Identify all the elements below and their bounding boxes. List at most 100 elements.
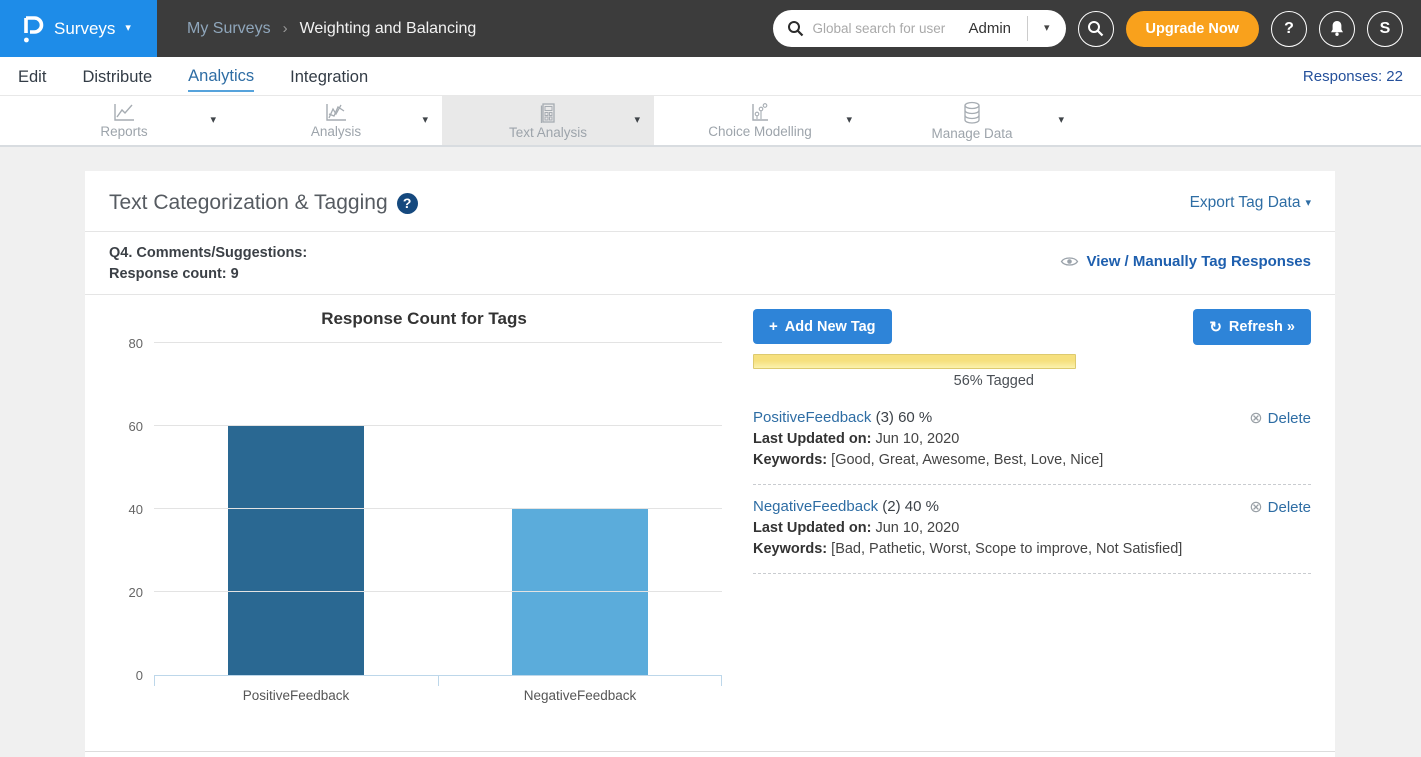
eye-icon (1060, 255, 1079, 268)
axis-tick (721, 676, 722, 686)
tag-name-link[interactable]: NegativeFeedback (753, 498, 878, 515)
analytics-toolbar: Reports ▾ Analysis ▾ Text Analysis (0, 96, 1421, 147)
card-body: Response Count for Tags 020406080 Positi… (85, 295, 1335, 703)
circle-x-icon: ⊗ (1249, 497, 1262, 517)
delete-tag-button[interactable]: ⊗ Delete (1249, 408, 1311, 428)
toolbar-tab-label: Reports (100, 124, 147, 139)
y-axis-tick-label: 80 (109, 336, 143, 351)
toolbar-tab-label: Choice Modelling (708, 124, 812, 139)
analysis-caret-icon[interactable]: ▾ (422, 115, 428, 126)
tag-title-line: PositiveFeedback (3) 60 % (753, 407, 1311, 429)
axis-tick (154, 676, 155, 686)
tab-edit[interactable]: Edit (18, 62, 46, 91)
delete-label: Delete (1268, 499, 1311, 516)
multi-line-chart-icon (324, 102, 348, 123)
toolbar-tab-label: Manage Data (931, 126, 1012, 141)
toolbar-tab-analysis[interactable]: Analysis ▾ (230, 96, 442, 145)
tag-entry-positive-feedback: PositiveFeedback (3) 60 % Last Updated o… (753, 399, 1311, 485)
y-axis-tick-label: 0 (109, 668, 143, 683)
plus-icon: + (769, 318, 778, 335)
user-avatar[interactable]: S (1367, 11, 1403, 47)
toolbar-tab-reports[interactable]: Reports ▾ (18, 96, 230, 145)
gridline (154, 425, 722, 426)
tag-name-link[interactable]: PositiveFeedback (753, 409, 871, 426)
help-button[interactable]: ? (1271, 11, 1307, 47)
survey-nav: Edit Distribute Analytics Integration Re… (0, 57, 1421, 96)
export-caret-icon: ▾ (1305, 198, 1311, 209)
search-icon (1087, 20, 1104, 37)
topbar-actions: Admin ▾ Upgrade Now ? S (773, 0, 1421, 57)
responses-count: Responses: 22 (1303, 68, 1403, 85)
breadcrumb-my-surveys[interactable]: My Surveys (187, 20, 271, 38)
surveys-menu[interactable]: Surveys ▾ (0, 0, 157, 57)
bar-PositiveFeedback[interactable] (228, 426, 364, 675)
tag-meta: (2) 40 % (878, 498, 939, 515)
scatter-chart-icon (748, 102, 772, 123)
toolbar-tab-choice-modelling[interactable]: Choice Modelling ▾ (654, 96, 866, 145)
export-tag-data-button[interactable]: Export Tag Data ▾ (1190, 194, 1311, 212)
bell-icon (1329, 20, 1345, 37)
question-mark-icon: ? (1284, 20, 1294, 38)
surveys-caret-icon: ▾ (125, 23, 131, 34)
database-icon (961, 101, 983, 125)
circle-x-icon: ⊗ (1249, 408, 1262, 428)
delete-tag-button[interactable]: ⊗ Delete (1249, 497, 1311, 517)
text-analysis-caret-icon[interactable]: ▾ (634, 115, 640, 126)
upgrade-now-button[interactable]: Upgrade Now (1126, 11, 1259, 47)
view-manually-tag-label: View / Manually Tag Responses (1086, 253, 1311, 270)
response-count: Response count: 9 (109, 264, 307, 285)
tag-meta: (3) 60 % (871, 409, 932, 426)
search-icon (787, 20, 804, 37)
tag-updated-line: Last Updated on: Jun 10, 2020 (753, 518, 1311, 539)
toolbar-tab-text-analysis[interactable]: Text Analysis ▾ (442, 96, 654, 145)
last-updated-label: Last Updated on: (753, 431, 871, 447)
chart-bars (154, 343, 722, 675)
title-help-icon[interactable]: ? (397, 193, 418, 214)
toolbar-tab-manage-data[interactable]: Manage Data ▾ (866, 96, 1078, 145)
manage-data-caret-icon[interactable]: ▾ (1058, 115, 1064, 126)
toolbar-tab-label: Analysis (311, 124, 361, 139)
add-new-tag-label: Add New Tag (785, 319, 876, 335)
card-bottom-divider (85, 751, 1335, 752)
reports-caret-icon[interactable]: ▾ (210, 115, 216, 126)
quick-search-button[interactable] (1078, 11, 1114, 47)
question-label: Q4. Comments/Suggestions: (109, 243, 307, 264)
question-summary-row: Q4. Comments/Suggestions: Response count… (85, 232, 1335, 294)
search-scope-value[interactable]: Admin (968, 20, 1019, 37)
refresh-button[interactable]: ↻ Refresh » (1193, 309, 1311, 345)
tab-analytics[interactable]: Analytics (188, 61, 254, 92)
toolbar-tab-label: Text Analysis (509, 125, 587, 140)
product-name: Surveys (54, 19, 115, 39)
tab-integration[interactable]: Integration (290, 62, 368, 91)
tag-updated-line: Last Updated on: Jun 10, 2020 (753, 429, 1311, 450)
notifications-button[interactable] (1319, 11, 1355, 47)
chart-xlabels: PositiveFeedbackNegativeFeedback (154, 685, 722, 703)
axis-tick (438, 676, 439, 686)
y-axis-tick-label: 60 (109, 419, 143, 434)
bar-slot (154, 343, 438, 675)
tag-keywords-line: Keywords: [Bad, Pathetic, Worst, Scope t… (753, 539, 1311, 560)
global-search-input[interactable] (812, 21, 960, 36)
choice-modelling-caret-icon[interactable]: ▾ (846, 115, 852, 126)
line-chart-icon (112, 102, 136, 123)
refresh-label: Refresh » (1229, 319, 1295, 335)
search-scope-caret-icon[interactable]: ▾ (1036, 23, 1058, 34)
last-updated-label: Last Updated on: (753, 520, 871, 536)
bar-NegativeFeedback[interactable] (512, 509, 648, 675)
bar-slot (438, 343, 722, 675)
card-header: Text Categorization & Tagging ? Export T… (85, 171, 1335, 231)
x-axis-label: NegativeFeedback (438, 685, 722, 703)
tag-panel-actions: + Add New Tag ↻ Refresh » (753, 309, 1311, 345)
export-tag-data-label: Export Tag Data (1190, 194, 1301, 212)
page-title: Text Categorization & Tagging (109, 191, 388, 215)
tag-title-line: NegativeFeedback (2) 40 % (753, 496, 1311, 518)
add-new-tag-button[interactable]: + Add New Tag (753, 309, 892, 344)
questionpro-logo-icon (20, 14, 44, 44)
view-manually-tag-link[interactable]: View / Manually Tag Responses (1060, 243, 1311, 270)
tab-distribute[interactable]: Distribute (82, 62, 152, 91)
avatar-initial: S (1380, 20, 1391, 38)
keywords-value: [Bad, Pathetic, Worst, Scope to improve,… (827, 541, 1182, 557)
delete-label: Delete (1268, 410, 1311, 427)
refresh-icon: ↻ (1209, 318, 1222, 336)
breadcrumb-current-survey: Weighting and Balancing (300, 20, 477, 38)
